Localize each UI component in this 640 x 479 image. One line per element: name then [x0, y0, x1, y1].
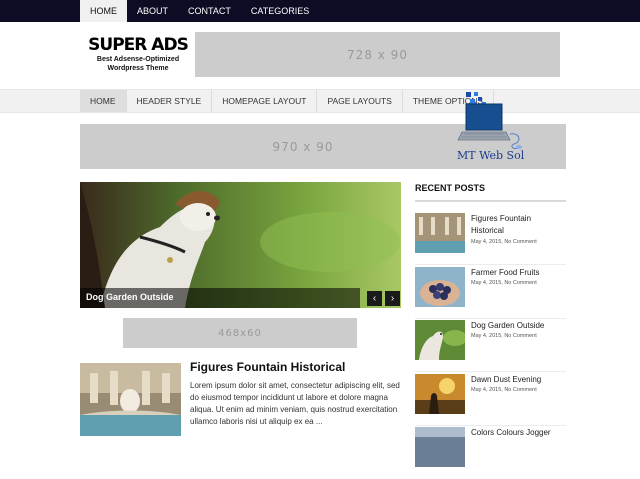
jogger-thumb-image [415, 427, 465, 467]
post-excerpt: Lorem ipsum dolor sit amet, consectetur … [190, 381, 400, 426]
recent-post-item[interactable]: Dog Garden Outside May 4, 2015, No Comme… [415, 320, 566, 372]
recent-post-title[interactable]: Colors Colours Jogger [471, 427, 566, 439]
fountain-image [80, 363, 181, 436]
menu-item-page-layouts[interactable]: PAGE LAYOUTS [317, 90, 403, 112]
slider-caption-bar: Dog Garden Outside [80, 288, 360, 308]
top-nav: HOME ABOUT CONTACT CATEGORIES [80, 0, 319, 22]
recent-post-separator [415, 264, 566, 265]
top-nav-contact[interactable]: CONTACT [178, 0, 241, 22]
top-nav-about[interactable]: ABOUT [127, 0, 178, 22]
wide-ad-label: 970 x 90 [272, 139, 334, 154]
header-ad-728x90[interactable]: 728 x 90 [195, 32, 560, 77]
slider-caption[interactable]: Dog Garden Outside [86, 292, 174, 302]
header-ad-label: 728 x 90 [347, 47, 408, 62]
watermark-text: MT Web Sol [457, 149, 525, 162]
recent-post-meta: May 4, 2015, No Comment [471, 387, 537, 393]
content-ad-468x60[interactable]: 468x60 [123, 318, 357, 348]
recent-post-separator [415, 318, 566, 319]
menu-item-homepage-layout[interactable]: HOMEPAGE LAYOUT [212, 90, 318, 112]
main-menu: HOME HEADER STYLE HOMEPAGE LAYOUT PAGE L… [80, 90, 495, 112]
recent-post-meta: May 4, 2015, No Comment [471, 239, 537, 245]
recent-post-thumbnail[interactable] [415, 213, 465, 253]
post-title[interactable]: Figures Fountain Historical [190, 360, 345, 374]
recent-post-thumbnail[interactable] [415, 267, 465, 307]
site-tagline-line-1: Best Adsense-Optimized [96, 56, 180, 63]
menu-item-home[interactable]: HOME [80, 90, 127, 112]
recent-post-title[interactable]: Dawn Dust Evening [471, 374, 566, 386]
recent-post-item[interactable]: Farmer Food Fruits May 4, 2015, No Comme… [415, 267, 566, 319]
fountain-thumb-image [415, 213, 465, 253]
site-tagline-line-2: Wordpress Theme [107, 65, 169, 72]
post-thumbnail[interactable] [80, 363, 181, 436]
recent-post-item[interactable]: Dawn Dust Evening May 4, 2015, No Commen… [415, 374, 566, 426]
site-title: SUPER ADS [88, 35, 189, 55]
recent-post-thumbnail[interactable] [415, 320, 465, 360]
top-nav-home[interactable]: HOME [80, 0, 127, 22]
recent-post-separator [415, 425, 566, 426]
recent-post-item[interactable]: Figures Fountain Historical May 4, 2015,… [415, 213, 566, 265]
dog-thumb-image [415, 320, 465, 360]
menu-item-header-style[interactable]: HEADER STYLE [127, 90, 213, 112]
berries-thumb-image [415, 267, 465, 307]
recent-post-thumbnail[interactable] [415, 427, 465, 467]
site-logo[interactable]: SUPER ADS Best Adsense-Optimized Wordpre… [86, 36, 190, 73]
chevron-right-icon: › [390, 293, 395, 304]
recent-post-title[interactable]: Dog Garden Outside [471, 320, 566, 332]
featured-slider[interactable]: Dog Garden Outside ‹ › [80, 182, 401, 308]
recent-post-title[interactable]: Figures Fountain Historical [471, 213, 566, 237]
recent-post-meta: May 4, 2015, No Comment [471, 280, 537, 286]
slider-prev-button[interactable]: ‹ [367, 291, 382, 306]
recent-posts-divider [415, 200, 566, 202]
slider-next-button[interactable]: › [385, 291, 400, 306]
recent-post-thumbnail[interactable] [415, 374, 465, 414]
recent-post-separator [415, 371, 566, 372]
recent-post-title[interactable]: Farmer Food Fruits [471, 267, 566, 279]
dawn-thumb-image [415, 374, 465, 414]
content-ad-label: 468x60 [218, 327, 262, 339]
chevron-left-icon: ‹ [372, 293, 377, 304]
recent-post-meta: May 4, 2015, No Comment [471, 333, 537, 339]
recent-posts-heading: RECENT POSTS [415, 183, 486, 193]
top-nav-categories[interactable]: CATEGORIES [241, 0, 319, 22]
main-menu-bar: HOME HEADER STYLE HOMEPAGE LAYOUT PAGE L… [0, 89, 640, 113]
recent-post-item[interactable]: Colors Colours Jogger [415, 427, 566, 479]
